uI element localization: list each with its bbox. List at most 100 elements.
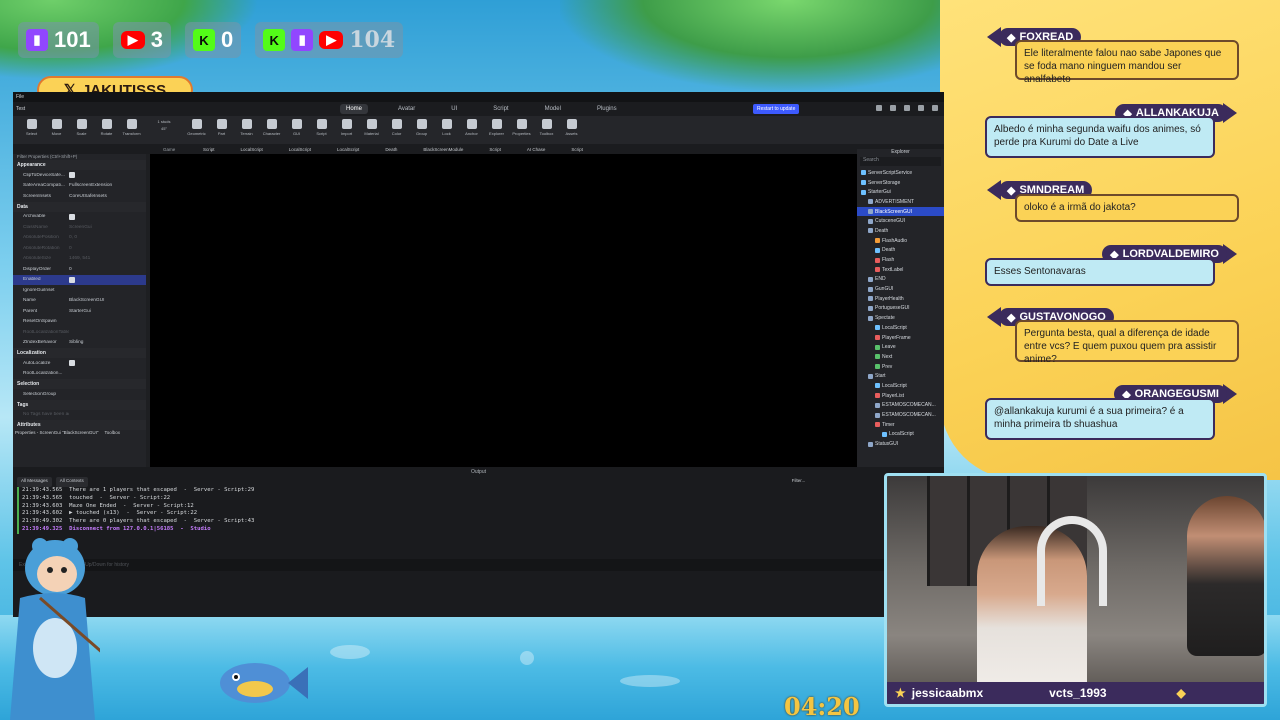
document-tab[interactable]: BlackScreenModule [423, 147, 463, 152]
contexts-filter[interactable]: All Contexts [55, 477, 88, 487]
explorer-item[interactable]: ESTAMOSCOMECAN... [857, 401, 944, 411]
property-row[interactable]: AbsoluteSize 1469, 541 [13, 254, 146, 265]
tool-transform[interactable]: Transform [119, 119, 144, 136]
checkbox[interactable] [69, 360, 75, 367]
explorer-item[interactable]: LocalScript [857, 323, 944, 333]
checkbox[interactable] [69, 172, 75, 179]
explorer-item[interactable]: END [857, 275, 944, 285]
explorer-item[interactable]: ServerStorage [857, 178, 944, 188]
property-row[interactable]: RootLocalizationTable [13, 327, 146, 338]
explorer-item[interactable]: StatusGUI [857, 439, 944, 449]
property-row[interactable]: SelectionGroup [13, 389, 146, 400]
tool-anchor[interactable]: Anchor [459, 119, 484, 136]
property-row[interactable]: IgnoreGuiInset [13, 285, 146, 296]
notification-icon[interactable] [904, 105, 910, 111]
settings-icon[interactable] [890, 105, 896, 111]
property-row[interactable]: RootLocalization... [13, 369, 146, 380]
explorer-item[interactable]: Death [857, 246, 944, 256]
tool-character[interactable]: Character [259, 119, 284, 136]
explorer-item[interactable]: Start [857, 371, 944, 381]
property-row[interactable]: AbsoluteRotation 0 [13, 243, 146, 254]
share-icon[interactable] [876, 105, 882, 111]
explorer-item[interactable]: Spectate [857, 313, 944, 323]
tool-properties[interactable]: Properties [509, 119, 534, 136]
tool-terrain[interactable]: Terrain [234, 119, 259, 136]
prop-section-header[interactable]: Localization [13, 348, 146, 358]
prop-section-header[interactable]: Tags [13, 399, 146, 410]
tool-geometric[interactable]: Geometric [184, 119, 209, 136]
property-row[interactable]: Enabled [13, 274, 146, 285]
minimize-icon[interactable] [918, 105, 924, 111]
document-tab[interactable]: Script [571, 147, 583, 152]
footer-tab-toolbox[interactable]: Toolbox [104, 430, 120, 435]
explorer-item[interactable]: LocalScript [857, 381, 944, 391]
snap-settings[interactable]: 1 studs 45° [144, 119, 184, 131]
document-tab[interactable]: LocalScript [289, 147, 311, 152]
explorer-item[interactable]: CutsceneGUI [857, 216, 944, 226]
document-tab[interactable]: AI Chase [527, 147, 546, 152]
prop-section-header[interactable]: Attributes [13, 420, 146, 430]
tool-import[interactable]: Import [334, 119, 359, 136]
explorer-item[interactable]: Timer [857, 420, 944, 430]
property-row[interactable]: ZIndexBehavior Sibling [13, 338, 146, 349]
explorer-item[interactable]: ESTAMOSCOMECAN... [857, 410, 944, 420]
explorer-item[interactable]: LocalScript [857, 430, 944, 440]
explorer-item[interactable]: FlashAudio [857, 236, 944, 246]
explorer-search[interactable]: Search [860, 157, 941, 166]
tool-group[interactable]: Group [409, 119, 434, 136]
tool-select[interactable]: Select [19, 119, 44, 136]
document-tab[interactable]: LocalScript [337, 147, 359, 152]
property-row[interactable]: No Tags have been added yet [13, 410, 146, 421]
tool-color[interactable]: Color [384, 119, 409, 136]
document-tab[interactable]: Death [385, 147, 397, 152]
tab-plugins[interactable]: Plugins [591, 104, 623, 114]
explorer-item[interactable]: StarterGui [857, 187, 944, 197]
messages-filter[interactable]: All Messages [17, 477, 52, 487]
property-row[interactable]: Archivable [13, 212, 146, 223]
close-icon[interactable] [932, 105, 938, 111]
document-tab[interactable]: Script [203, 147, 215, 152]
explorer-item[interactable]: TextLabel [857, 265, 944, 275]
tool-material[interactable]: Material [359, 119, 384, 136]
property-row[interactable]: AutoLocalize [13, 358, 146, 369]
property-row[interactable]: DisplayOrder 0 [13, 264, 146, 275]
explorer-item[interactable]: Leave [857, 342, 944, 352]
prop-section-header[interactable]: Data [13, 201, 146, 212]
tool-scale[interactable]: Scale [69, 119, 94, 136]
document-tab[interactable]: Script [489, 147, 501, 152]
property-row[interactable]: ClipToDeviceSafe... [13, 170, 146, 181]
explorer-item[interactable]: ServerScriptService [857, 168, 944, 178]
tool-toolbox[interactable]: Toolbox [534, 119, 559, 136]
property-row[interactable]: AbsolutePosition 0, 0 [13, 233, 146, 244]
property-row[interactable]: ResetOnSpawn [13, 317, 146, 328]
document-tab[interactable]: LocalScript [241, 147, 263, 152]
explorer-item[interactable]: Prev [857, 362, 944, 372]
tab-avatar[interactable]: Avatar [392, 104, 421, 114]
property-row[interactable]: Parent StarterGui [13, 306, 146, 317]
property-row[interactable]: Name BlackScreenGUI [13, 296, 146, 307]
tab-game[interactable]: Game [163, 147, 203, 152]
command-bar[interactable]: Execute with Ctrl+... use Ctrl+Up/Down f… [13, 559, 944, 571]
explorer-item[interactable]: PlayerList [857, 391, 944, 401]
property-row[interactable]: SafeAreaCompati... FullscreenExtension [13, 181, 146, 192]
checkbox[interactable] [69, 213, 75, 220]
explorer-item[interactable]: ADVERTISMENT [857, 197, 944, 207]
explorer-item[interactable]: PlayerHealth [857, 294, 944, 304]
tab-model[interactable]: Model [539, 104, 567, 114]
restart-update-button[interactable]: Restart to update [753, 104, 800, 114]
game-viewport[interactable] [150, 154, 860, 467]
explorer-item[interactable]: BlackScreenGUI [857, 206, 944, 217]
property-row[interactable]: ClassName ScreenGui [13, 222, 146, 233]
explorer-item[interactable]: PortugueseGUI [857, 304, 944, 314]
explorer-item[interactable]: Next [857, 352, 944, 362]
prop-section-header[interactable]: Selection [13, 379, 146, 389]
tool-part[interactable]: Part [209, 119, 234, 136]
explorer-item[interactable]: GunGUI [857, 284, 944, 294]
tab-script[interactable]: Script [487, 104, 514, 114]
file-menu[interactable]: File [16, 94, 24, 100]
explorer-item[interactable]: Death [857, 226, 944, 236]
footer-tab-properties[interactable]: Properties - ScreenGui "BlackScreenGUI" [15, 430, 98, 435]
tool-lock[interactable]: Lock [434, 119, 459, 136]
tool-move[interactable]: Move [44, 119, 69, 136]
property-row[interactable]: ScreenInsets CoreUISafeInsets [13, 191, 146, 202]
